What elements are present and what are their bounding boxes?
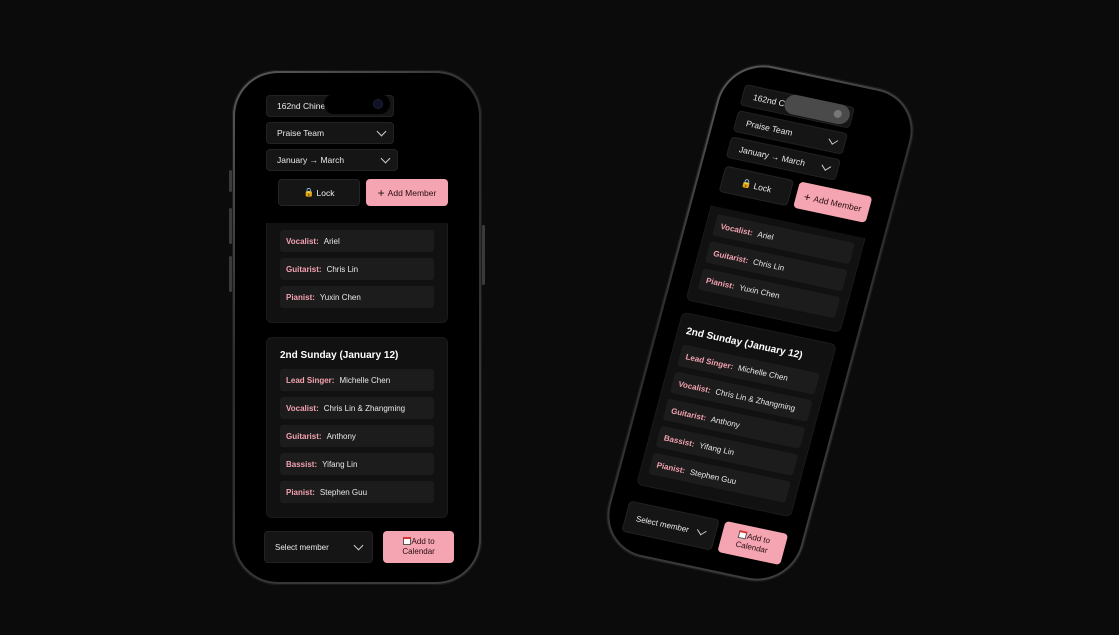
member-select-value: Select member <box>275 542 329 552</box>
week-heading: 2nd Sunday (January 12) <box>280 350 399 361</box>
member-name: Ariel <box>323 236 340 246</box>
role-label: Vocalist: <box>719 221 755 238</box>
camera-icon <box>832 109 843 119</box>
team-select-value: Praise Team <box>744 118 794 138</box>
role-label: Vocalist: <box>286 403 319 413</box>
range-select-value: January → March <box>277 155 345 165</box>
assignment-row[interactable]: Pianist: Stephen Guu <box>280 481 434 503</box>
member-select[interactable]: Select member <box>264 531 374 563</box>
calendar-label-line1: Add to <box>411 537 435 546</box>
add-member-button[interactable]: + Add Member <box>793 181 873 223</box>
chevron-down-icon <box>828 135 839 145</box>
add-member-label: Add Member <box>387 187 437 198</box>
role-label: Guitarist: <box>286 431 322 441</box>
dynamic-island <box>324 94 390 114</box>
assignment-row[interactable]: Guitarist: Anthony <box>280 425 434 447</box>
phone-mockup-front: 162nd Chinese Praise Team January → Marc… <box>232 70 482 585</box>
lock-label: Lock <box>752 180 773 194</box>
phone-side-button <box>229 256 232 292</box>
role-label: Bassist: <box>662 433 696 449</box>
lock-icon: 🔒 <box>740 177 754 190</box>
member-name: Anthony <box>709 414 742 430</box>
chevron-down-icon <box>380 153 391 164</box>
assignment-row[interactable]: Lead Singer: Michelle Chen <box>280 369 434 391</box>
schedule-list[interactable]: Vocalist: Ariel Guitarist: Chris Lin Piani… <box>634 205 866 524</box>
plus-icon: + <box>377 185 385 200</box>
member-name: Michelle Chen <box>339 375 391 385</box>
role-label: Lead Singer: <box>286 375 335 385</box>
member-name: Yifang Lin <box>322 459 358 469</box>
assignment-row[interactable]: Vocalist: Ariel <box>280 230 434 252</box>
phone-side-button <box>229 208 232 244</box>
phone-screen: 162nd Chinese Praise Team January → Marc… <box>608 67 912 579</box>
assignment-row[interactable]: Vocalist: Chris Lin & Zhangming <box>280 397 434 419</box>
week-card-2nd-sunday: 2nd Sunday (January 12) Lead Singer: Mich… <box>266 337 448 518</box>
member-name: Ariel <box>756 229 775 242</box>
member-name: Chris Lin <box>752 256 786 273</box>
member-name: Chris Lin & Zhangming <box>714 386 797 413</box>
member-name: Yuxin Chen <box>738 282 781 300</box>
calendar-label-line2: Calendar <box>402 547 435 556</box>
role-label: Vocalist: <box>286 236 319 246</box>
add-member-button[interactable]: + Add Member <box>366 179 448 206</box>
range-select-value: January → March <box>738 144 807 168</box>
role-label: Pianist: <box>655 460 687 475</box>
role-label: Pianist: <box>286 487 315 497</box>
role-label: Bassist: <box>286 459 318 469</box>
role-label: Guitarist: <box>670 405 708 423</box>
phone-side-button <box>482 225 485 285</box>
lock-button[interactable]: 🔒 Lock <box>718 165 795 207</box>
phone-bezel: 162nd Chinese Praise Team January → Marc… <box>235 73 479 582</box>
phone-side-button <box>229 170 232 192</box>
member-name: Yuxin Chen <box>319 292 361 302</box>
add-member-label: Add Member <box>812 193 863 214</box>
plus-icon: + <box>802 189 813 205</box>
lock-button[interactable]: 🔒 Lock <box>278 179 360 206</box>
role-label: Guitarist: <box>286 264 322 274</box>
member-name: Anthony <box>326 431 356 441</box>
phone-screen: 162nd Chinese Praise Team January → Marc… <box>242 80 472 575</box>
range-select[interactable]: January → March <box>266 149 398 171</box>
chevron-down-icon <box>376 126 387 137</box>
lock-icon: 🔒 <box>303 187 315 197</box>
lock-label: Lock <box>316 187 335 198</box>
member-select-value: Select member <box>635 513 691 534</box>
chevron-down-icon <box>821 161 832 171</box>
role-label: Guitarist: <box>712 248 750 265</box>
member-name: Stephen Guu <box>319 487 368 497</box>
add-to-calendar-button[interactable]: Add to Calendar <box>383 531 454 563</box>
calendar-icon <box>402 537 411 545</box>
action-row: 🔒 Lock + Add Member <box>266 179 448 206</box>
member-name: Michelle Chen <box>737 363 790 383</box>
week-card-previous: Vocalist: Ariel Guitarist: Chris Lin Piani… <box>266 223 448 323</box>
chevron-down-icon <box>353 540 364 551</box>
phone-mockup-angled: 162nd Chinese Praise Team January → Marc… <box>596 55 924 591</box>
role-label: Pianist: <box>705 275 736 291</box>
assignment-row[interactable]: Bassist: Yifang Lin <box>280 453 434 475</box>
assignment-row[interactable]: Guitarist: Chris Lin <box>280 258 434 280</box>
schedule-list[interactable]: Vocalist: Ariel Guitarist: Chris Lin Piani… <box>266 223 448 519</box>
role-label: Lead Singer: <box>684 351 735 371</box>
team-select-value: Praise Team <box>277 128 325 138</box>
member-name: Stephen Guu <box>688 467 738 486</box>
role-label: Vocalist: <box>677 378 712 395</box>
member-name: Chris Lin & Zhangming <box>323 403 406 413</box>
camera-icon <box>374 100 382 108</box>
role-label: Pianist: <box>286 292 315 302</box>
phone-bezel: 162nd Chinese Praise Team January → Marc… <box>599 59 921 587</box>
member-name: Chris Lin <box>326 264 359 274</box>
chevron-down-icon <box>696 525 707 536</box>
assignment-row[interactable]: Pianist: Yuxin Chen <box>280 286 434 308</box>
bottom-bar: Select member Add to Calendar <box>264 531 454 563</box>
member-name: Yifang Lin <box>698 440 736 457</box>
team-select[interactable]: Praise Team <box>266 122 394 144</box>
